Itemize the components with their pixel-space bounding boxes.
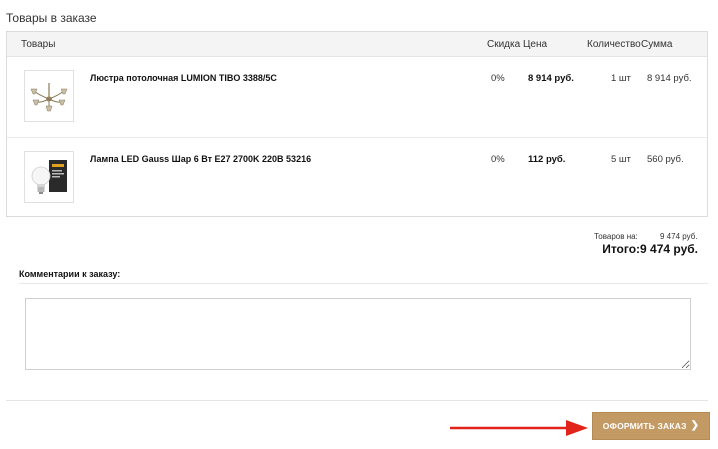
table-row: Люстра потолочная LUMION TIBO 3388/5C 0%…: [7, 57, 707, 138]
led-bulb-thumbnail[interactable]: [24, 151, 74, 203]
chandelier-icon: [30, 83, 68, 112]
comments-label: Комментарии к заказу:: [19, 269, 121, 279]
led-bulb-icon: [31, 160, 67, 194]
product-quantity: 5 шт: [611, 154, 631, 165]
product-discount: 0%: [491, 73, 505, 84]
column-header-price: Цена: [523, 39, 548, 50]
submit-order-button[interactable]: ОФОРМИТЬ ЗАКАЗ ❯: [592, 412, 710, 440]
grand-total: Итого:9 474 руб.: [602, 242, 698, 256]
cart-table: Товары Скидка Цена Количество Сумма Люст…: [6, 31, 708, 217]
column-header-discount: Скидка: [487, 39, 521, 50]
submit-order-label: ОФОРМИТЬ ЗАКАЗ: [602, 421, 687, 431]
red-arrow-annotation: [450, 420, 588, 436]
product-sum: 8 914 руб.: [647, 73, 692, 84]
product-name[interactable]: Лампа LED Gauss Шар 6 Вт E27 2700K 220В …: [90, 154, 311, 164]
product-name[interactable]: Люстра потолочная LUMION TIBO 3388/5C: [90, 73, 277, 83]
order-page: Товары в заказе Товары Скидка Цена Колич…: [0, 0, 718, 449]
column-header-quantity: Количество: [587, 39, 641, 50]
divider: [19, 283, 708, 284]
column-header-sum: Сумма: [641, 39, 673, 50]
chandelier-thumbnail[interactable]: [24, 70, 74, 122]
comments-textarea[interactable]: [25, 298, 691, 370]
product-sum: 560 руб.: [647, 154, 684, 165]
cart-table-header: Товары Скидка Цена Количество Сумма: [7, 32, 707, 57]
goods-total-value: 9 474 руб.: [660, 232, 698, 241]
table-row: Лампа LED Gauss Шар 6 Вт E27 2700K 220В …: [7, 138, 707, 218]
chevron-right-icon: ❯: [690, 420, 700, 431]
product-quantity: 1 шт: [611, 73, 631, 84]
section-title: Товары в заказе: [6, 11, 97, 25]
product-price: 8 914 руб.: [528, 73, 574, 84]
product-discount: 0%: [491, 154, 505, 165]
product-price: 112 руб.: [528, 154, 566, 165]
divider: [6, 400, 708, 401]
goods-total-label: Товаров на:: [594, 232, 638, 241]
column-header-goods: Товары: [21, 39, 56, 50]
